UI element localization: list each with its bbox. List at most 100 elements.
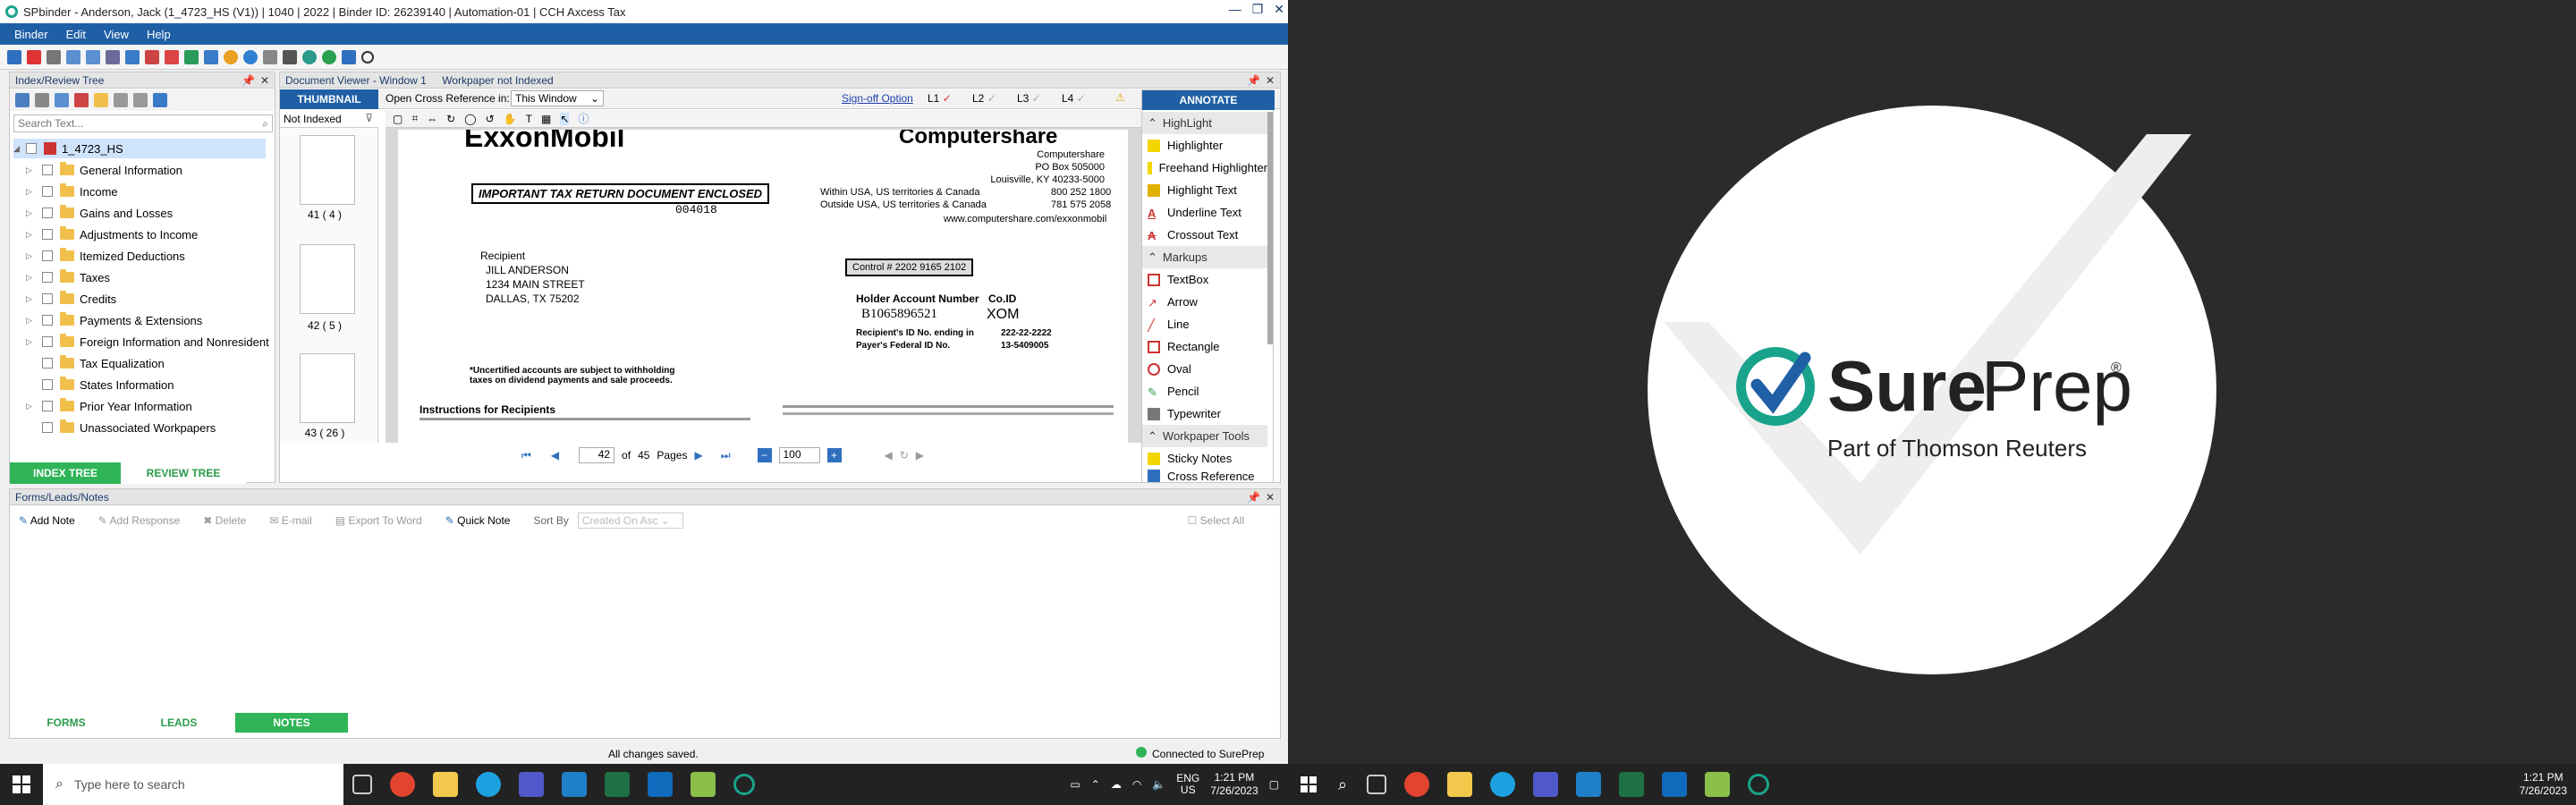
section-highlight[interactable]: ⌃ HighLight bbox=[1142, 112, 1267, 134]
prev-page-icon[interactable]: ◀ bbox=[551, 449, 559, 462]
text-icon[interactable]: T bbox=[526, 113, 532, 125]
export-icon[interactable] bbox=[125, 49, 140, 64]
tool-line[interactable]: ╱ Line bbox=[1142, 313, 1267, 335]
expand-arrow-icon[interactable]: ▷ bbox=[26, 165, 35, 175]
app-green-icon[interactable] bbox=[691, 772, 716, 797]
section-markups[interactable]: ⌃ Markups bbox=[1142, 246, 1267, 268]
taskbar-search[interactable]: ⌕ Type here to search bbox=[43, 764, 343, 805]
page-number-input[interactable]: 42 bbox=[579, 447, 615, 463]
tree-root[interactable]: ◢ 1_4723_HS bbox=[13, 139, 266, 158]
zoom-in-icon[interactable]: + bbox=[826, 448, 842, 462]
cross-ref-select[interactable]: This Window ⌄ bbox=[511, 90, 604, 106]
signoff-l4[interactable]: L4 ✓ bbox=[1062, 92, 1086, 105]
tree-item-unassociated-workpapers[interactable]: Unassociated Workpapers bbox=[26, 418, 216, 437]
clock[interactable]: 1:21 PM 7/26/2023 bbox=[1210, 771, 1258, 798]
zoom-icon[interactable]: ◯ bbox=[464, 113, 476, 125]
start-icon[interactable] bbox=[1301, 776, 1317, 792]
outlook-icon[interactable] bbox=[648, 772, 673, 797]
tab-thumbnail[interactable]: THUMBNAIL bbox=[280, 89, 378, 109]
reload-icon[interactable]: ↻ bbox=[900, 449, 909, 462]
tree-item-income[interactable]: ▷ Income bbox=[26, 182, 118, 201]
tree-item-general-information[interactable]: ▷ General Information bbox=[26, 160, 182, 180]
checkbox[interactable] bbox=[42, 422, 53, 433]
move-up-icon[interactable] bbox=[114, 93, 128, 107]
start-icon[interactable] bbox=[13, 775, 30, 793]
lightbulb-icon[interactable] bbox=[224, 49, 238, 64]
language-indicator[interactable]: ENG US bbox=[1176, 773, 1199, 796]
tree-item-payments-extensions[interactable]: ▷ Payments & Extensions bbox=[26, 310, 202, 330]
excel-icon[interactable] bbox=[605, 772, 630, 797]
pointer-icon[interactable]: ↖ bbox=[560, 112, 570, 125]
clock[interactable]: 1:21 PM 7/26/2023 bbox=[2520, 771, 2576, 798]
wifi-icon[interactable]: ◠ bbox=[1132, 778, 1141, 791]
tool-freehand-highlighter[interactable]: Freehand Highlighter bbox=[1142, 157, 1267, 179]
checkbox[interactable] bbox=[42, 208, 53, 218]
tree-view-icon[interactable] bbox=[15, 93, 30, 107]
first-page-icon[interactable]: ⏮ bbox=[521, 449, 531, 462]
tool-highlighter[interactable]: Highlighter bbox=[1142, 134, 1267, 157]
tool-highlight-text[interactable]: Highlight Text bbox=[1142, 179, 1267, 201]
signoff-option-link[interactable]: Sign-off Option bbox=[842, 92, 913, 105]
last-page-icon[interactable]: ⏭ bbox=[721, 449, 731, 462]
tool-sticky-notes[interactable]: Sticky Notes bbox=[1142, 447, 1267, 470]
checkbox[interactable] bbox=[42, 250, 53, 261]
expand-arrow-icon[interactable]: ▷ bbox=[26, 316, 35, 326]
tree-item-taxes[interactable]: ▷ Taxes bbox=[26, 267, 110, 287]
file-explorer-icon[interactable] bbox=[1447, 772, 1473, 797]
signoff-l3[interactable]: L3 ✓ bbox=[1017, 92, 1041, 105]
expand-arrow-icon[interactable]: ▷ bbox=[26, 251, 35, 261]
pdf-icon[interactable] bbox=[27, 49, 41, 64]
checkbox[interactable] bbox=[42, 315, 53, 326]
tool-underline-text[interactable]: A Underline Text bbox=[1142, 201, 1267, 224]
zoom-select[interactable]: 100 bbox=[778, 447, 820, 463]
delete-icon[interactable] bbox=[74, 93, 89, 107]
edge-icon[interactable] bbox=[476, 772, 501, 797]
app-green-icon[interactable] bbox=[1705, 772, 1731, 797]
filter-icon[interactable]: ⊽ bbox=[365, 112, 373, 124]
signoff-l2[interactable]: L2 ✓ bbox=[972, 92, 996, 105]
sort-select[interactable]: Created On Asc ⌄ bbox=[577, 513, 683, 529]
close-icon[interactable]: ✕ bbox=[1274, 2, 1284, 17]
expand-arrow-icon[interactable]: ▷ bbox=[26, 230, 35, 240]
checkbox[interactable] bbox=[42, 401, 53, 411]
thumbnail-page-42[interactable] bbox=[300, 244, 355, 314]
quick-note-button[interactable]: ✎ Quick Note bbox=[445, 514, 511, 527]
checkbox[interactable] bbox=[42, 358, 53, 369]
app-s-icon[interactable] bbox=[1576, 772, 1602, 797]
tab-notes[interactable]: NOTES bbox=[235, 713, 348, 733]
expand-arrow-icon[interactable]: ▷ bbox=[26, 402, 35, 411]
zoom-out-icon[interactable]: − bbox=[757, 448, 772, 462]
tree-item-credits[interactable]: ▷ Credits bbox=[26, 289, 116, 309]
menu-edit[interactable]: Edit bbox=[59, 28, 93, 41]
users-icon[interactable] bbox=[263, 49, 277, 64]
tool-arrow[interactable]: ↗ Arrow bbox=[1142, 291, 1267, 313]
settings-icon[interactable] bbox=[283, 49, 297, 64]
scan-icon[interactable] bbox=[106, 49, 120, 64]
annotate-scrollbar[interactable] bbox=[1267, 112, 1273, 344]
signoff-l1[interactable]: L1 ✓ bbox=[928, 92, 952, 105]
add-note-button[interactable]: ✎ Add Note bbox=[19, 514, 75, 527]
checkbox[interactable] bbox=[42, 165, 53, 175]
pin-icon[interactable]: 📌 bbox=[1247, 72, 1260, 89]
hand-icon[interactable]: ✋ bbox=[504, 113, 517, 125]
restore-icon[interactable]: ❐ bbox=[1252, 2, 1264, 17]
menu-view[interactable]: View bbox=[97, 28, 136, 41]
sureprep-icon[interactable] bbox=[733, 774, 755, 795]
select-icon[interactable]: ▢ bbox=[393, 113, 402, 125]
tool-typewriter[interactable]: Typewriter bbox=[1142, 402, 1267, 425]
tool-cross-reference[interactable]: Cross Reference bbox=[1142, 470, 1267, 482]
expand-arrow-icon[interactable]: ▷ bbox=[26, 208, 35, 218]
tool-pencil[interactable]: ✎ Pencil bbox=[1142, 380, 1267, 402]
copy-icon[interactable] bbox=[55, 93, 69, 107]
save-icon[interactable] bbox=[7, 49, 21, 64]
grid-icon[interactable]: ▦ bbox=[541, 113, 551, 125]
link-icon[interactable] bbox=[153, 93, 167, 107]
tree-item-gains-and-losses[interactable]: ▷ Gains and Losses bbox=[26, 203, 173, 223]
tree-item-adjustments-to-income[interactable]: ▷ Adjustments to Income bbox=[26, 225, 198, 244]
task-view-icon[interactable] bbox=[352, 775, 372, 794]
sureprep-icon[interactable] bbox=[1748, 774, 1770, 795]
tool-oval[interactable]: Oval bbox=[1142, 358, 1267, 380]
list-icon[interactable] bbox=[35, 93, 49, 107]
help-icon[interactable] bbox=[243, 49, 258, 64]
sync-icon[interactable] bbox=[302, 49, 317, 64]
